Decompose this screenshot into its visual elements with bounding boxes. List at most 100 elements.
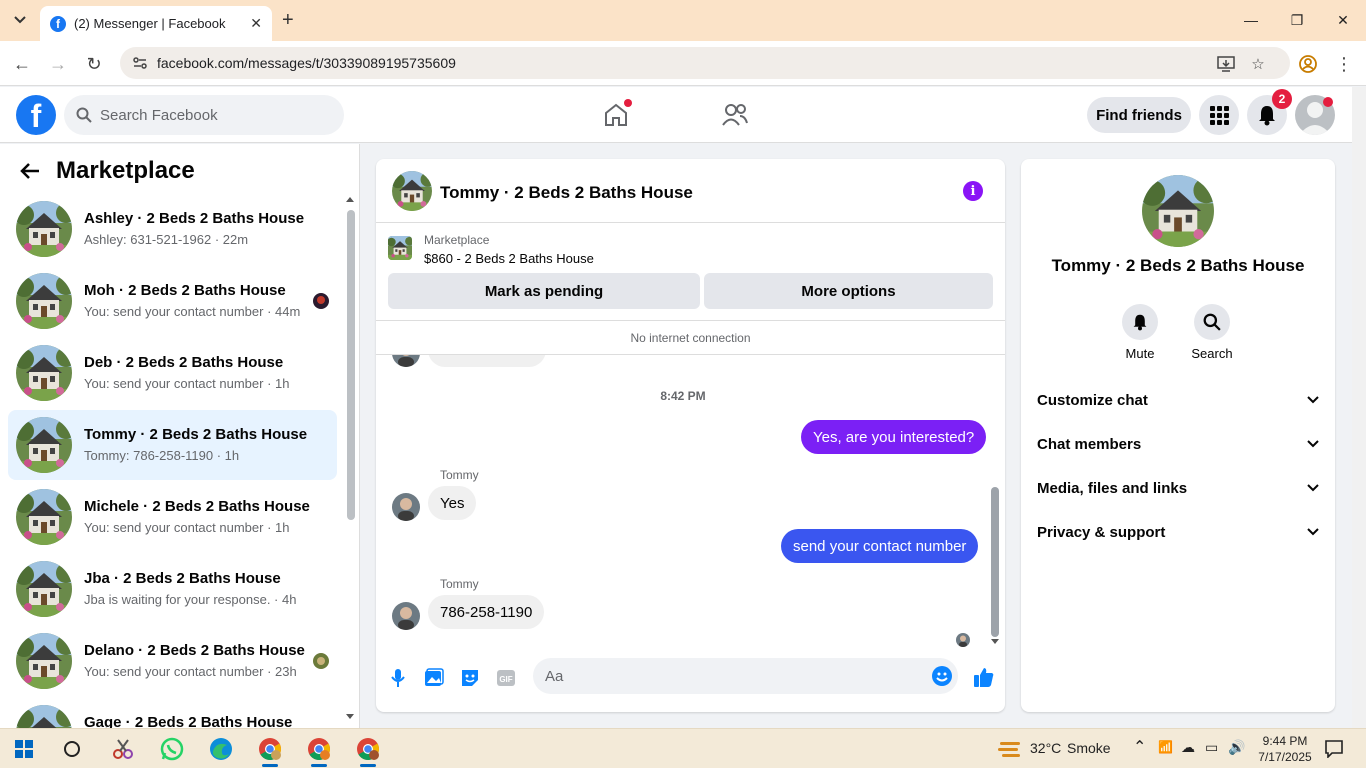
notifications-badge: 2 (1272, 89, 1292, 109)
tab-list-button[interactable] (6, 8, 34, 32)
chat-scroll-thumb[interactable] (991, 487, 999, 637)
chrome-profile-3-icon[interactable] (352, 735, 384, 767)
search-conversation-button[interactable]: Search (1182, 304, 1242, 361)
section-label: Media, files and links (1037, 479, 1188, 497)
forward-button[interactable]: → (46, 52, 70, 76)
media-files-links-section[interactable]: Media, files and links (1029, 468, 1327, 508)
conversation-name: Ashley · 2 Beds 2 Baths House (84, 210, 305, 227)
listing-large-avatar[interactable] (1142, 175, 1214, 247)
mark-as-pending-button[interactable]: Mark as pending (388, 273, 700, 309)
message-bubble-partial (428, 355, 546, 367)
close-window-button[interactable]: ✕ (1320, 0, 1366, 40)
battery-icon[interactable]: ▭ (1205, 739, 1218, 756)
weather-icon[interactable] (994, 735, 1026, 763)
volume-icon[interactable]: 🔊 (1228, 739, 1245, 756)
chat-panel: Tommy · 2 Beds 2 Baths House i Marketpla… (376, 159, 1005, 712)
snipping-tool-icon[interactable] (107, 735, 139, 763)
info-panel-title: Tommy · 2 Beds 2 Baths House (1051, 256, 1305, 275)
search-circle-icon[interactable] (56, 735, 88, 763)
info-icon[interactable]: i (963, 181, 983, 201)
restore-button[interactable]: ❐ (1274, 0, 1320, 40)
listing-thumbnail (16, 417, 72, 473)
edge-browser-icon[interactable] (205, 735, 237, 763)
chat-listing-avatar[interactable] (392, 171, 432, 211)
seen-avatar (313, 293, 329, 309)
browser-tab[interactable]: f (2) Messenger | Facebook ✕ (40, 6, 272, 41)
windows-start-icon[interactable] (8, 735, 40, 763)
tab-close-icon[interactable]: ✕ (250, 15, 262, 32)
conversation-snippet: Jba is waiting for your response. · 4h (84, 592, 297, 607)
sender-name: Tommy (440, 468, 479, 482)
chrome-profile-2-icon[interactable] (303, 735, 335, 767)
whatsapp-icon[interactable] (156, 735, 188, 763)
account-notification-dot (1323, 97, 1333, 107)
weather-temperature[interactable]: 32°C (1030, 740, 1061, 756)
find-friends-button[interactable]: Find friends (1087, 97, 1191, 133)
conversation-item[interactable]: Jba · 2 Beds 2 Baths House Jba is waitin… (8, 554, 337, 624)
voice-clip-icon[interactable] (387, 667, 409, 689)
conversation-item[interactable]: Deb · 2 Beds 2 Baths House You: send you… (8, 338, 337, 408)
sender-avatar[interactable] (392, 493, 420, 521)
sender-avatar[interactable] (392, 602, 420, 630)
outgoing-message[interactable]: Yes, are you interested? (801, 420, 987, 454)
home-nav-button[interactable] (600, 99, 632, 131)
show-hidden-icons-chevron-up-icon[interactable]: ⌃ (1133, 737, 1146, 757)
sticker-icon[interactable] (459, 667, 481, 689)
customize-chat-section[interactable]: Customize chat (1029, 380, 1327, 420)
attach-photo-icon[interactable] (423, 667, 445, 689)
cloud-icon[interactable]: ☁ (1181, 739, 1195, 756)
conversation-snippet: You: send your contact number · 1h (84, 376, 290, 391)
more-options-button[interactable]: More options (704, 273, 993, 309)
install-app-icon[interactable] (1217, 55, 1235, 73)
conversation-item[interactable]: Delano · 2 Beds 2 Baths House You: send … (8, 626, 337, 696)
listing-price[interactable]: $860 - 2 Beds 2 Baths House (424, 251, 594, 266)
search-placeholder: Search Facebook (100, 106, 218, 124)
conversation-item[interactable]: Ashley · 2 Beds 2 Baths House Ashley: 63… (8, 194, 337, 264)
bookmark-star-icon[interactable]: ☆ (1249, 55, 1267, 73)
listing-mini-thumbnail (388, 236, 412, 260)
conversation-name: Jba · 2 Beds 2 Baths House (84, 570, 281, 587)
mute-button[interactable]: Mute (1110, 304, 1170, 361)
like-thumbs-up-icon[interactable] (972, 665, 996, 689)
incoming-message[interactable]: Yes (428, 486, 477, 520)
minimize-button[interactable]: — (1228, 0, 1274, 40)
notification-center-icon[interactable] (1318, 735, 1350, 763)
friends-nav-button[interactable] (719, 99, 751, 131)
privacy-support-section[interactable]: Privacy & support (1029, 512, 1327, 552)
gif-icon[interactable]: GIF (495, 667, 517, 689)
conversation-item[interactable]: Moh · 2 Beds 2 Baths House You: send you… (8, 266, 337, 336)
outgoing-message[interactable]: send your contact number (781, 529, 979, 563)
address-bar[interactable]: facebook.com/messages/t/3033908919573560… (120, 47, 1290, 79)
home-notification-dot (624, 99, 632, 107)
page-scrollbar[interactable] (1352, 87, 1366, 728)
facebook-logo-icon[interactable]: f (16, 95, 56, 135)
conversation-item-active[interactable]: Tommy · 2 Beds 2 Baths House Tommy: 786-… (8, 410, 337, 480)
system-clock[interactable]: 9:44 PM 7/17/2025 (1255, 733, 1315, 765)
listing-thumbnail (16, 345, 72, 401)
conversation-item[interactable]: Gage · 2 Beds 2 Baths House (8, 698, 337, 728)
conversation-item[interactable]: Michele · 2 Beds 2 Baths House You: send… (8, 482, 337, 552)
back-button[interactable]: ← (10, 52, 34, 76)
sidebar-scroll-thumb[interactable] (347, 210, 355, 520)
conversation-name: Gage · 2 Beds 2 Baths House (84, 714, 293, 728)
facebook-search-input[interactable]: Search Facebook (64, 95, 344, 135)
incoming-message[interactable]: 786-258-1190 (428, 595, 545, 629)
reload-button[interactable]: ↻ (82, 52, 106, 76)
chat-members-section[interactable]: Chat members (1029, 424, 1327, 464)
chat-title[interactable]: Tommy · 2 Beds 2 Baths House (440, 183, 693, 203)
weather-description[interactable]: Smoke (1067, 740, 1111, 756)
menu-button[interactable] (1199, 95, 1239, 135)
listing-thumbnail (16, 201, 72, 257)
svg-text:GIF: GIF (499, 675, 512, 684)
profile-icon[interactable] (1296, 52, 1320, 76)
browser-menu-icon[interactable]: ⋮ (1332, 52, 1356, 76)
new-tab-button[interactable]: + (282, 9, 294, 32)
message-input[interactable]: Aa (533, 658, 958, 694)
emoji-icon[interactable] (932, 666, 952, 686)
conversation-snippet: You: send your contact number · 23h (84, 664, 297, 679)
back-arrow-icon[interactable] (20, 160, 40, 186)
scroll-down-arrow-icon[interactable] (990, 638, 1000, 646)
network-icon[interactable]: 📶 (1158, 740, 1173, 754)
chrome-browser-icon[interactable] (254, 735, 286, 767)
site-info-icon[interactable] (132, 55, 148, 71)
